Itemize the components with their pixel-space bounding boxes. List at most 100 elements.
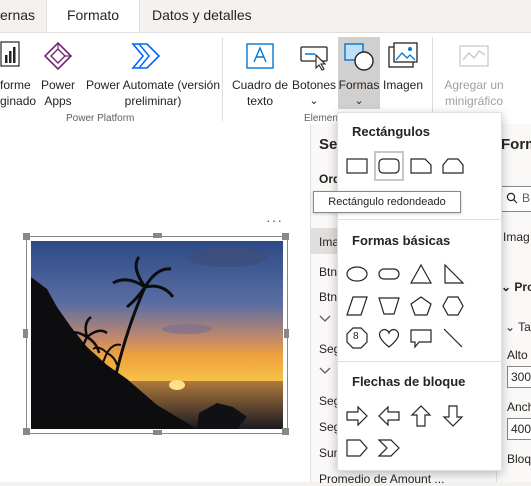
tab-external-tools[interactable]: ernas	[0, 0, 35, 32]
image-label: Imagen	[382, 78, 424, 92]
trapezoid-icon	[378, 297, 400, 315]
up-arrow-icon	[410, 405, 432, 427]
height-label: Alto	[507, 348, 528, 362]
power-apps-button[interactable]: Power Apps	[39, 37, 77, 109]
rectangles-header: Rectángulos	[352, 124, 431, 139]
rectangle-icon	[346, 158, 368, 174]
right-arrow-icon	[346, 405, 368, 427]
pentagon-shape[interactable]	[407, 293, 435, 319]
width-input[interactable]: 400	[507, 418, 531, 440]
shapes-button[interactable]: Formas ⌄	[338, 37, 380, 109]
tab-bar: ernas Formato Datos y detalles	[0, 0, 531, 33]
snipped-rectangle-shape[interactable]	[407, 153, 435, 179]
resize-handle[interactable]	[23, 329, 28, 338]
more-options-icon[interactable]: ···	[266, 212, 283, 228]
parallelogram-icon	[346, 296, 368, 316]
resize-handle[interactable]	[282, 233, 289, 240]
basic-shapes-header: Formas básicas	[352, 233, 451, 248]
right-triangle-shape[interactable]	[439, 261, 467, 287]
resize-handle[interactable]	[282, 428, 289, 435]
layer-item-button[interactable]: Btn	[319, 290, 337, 304]
sparkline-icon	[459, 45, 489, 67]
paginated-report-label-2: ginado	[0, 94, 37, 108]
search-input[interactable]: B	[501, 186, 531, 212]
hexagon-shape[interactable]	[439, 293, 467, 319]
two-snipped-rectangle-icon	[442, 158, 464, 174]
buttons-button[interactable]: Botones ⌄	[290, 37, 338, 109]
add-sparkline-button[interactable]: Agregar un minigráfico	[440, 37, 508, 109]
octagon-shape[interactable]: 8	[343, 325, 371, 351]
text-box-button[interactable]: Cuadro de texto	[230, 37, 290, 109]
heart-icon	[378, 328, 400, 348]
chevron-down-icon: ⌄	[354, 95, 364, 107]
chevron-down-icon: ⌄	[309, 95, 319, 107]
down-arrow-icon	[442, 405, 464, 427]
chevron-down-icon[interactable]	[319, 366, 331, 376]
triangle-shape[interactable]	[407, 261, 435, 287]
line-icon	[443, 328, 463, 348]
rectangle-shape[interactable]	[343, 153, 371, 179]
heart-shape[interactable]	[375, 325, 403, 351]
chevron-down-icon: ⌄	[501, 280, 515, 294]
pentagon-icon	[410, 296, 432, 316]
divider	[338, 361, 501, 362]
hexagon-icon	[442, 296, 464, 316]
image-icon	[388, 42, 418, 68]
report-canvas[interactable]: ···	[0, 124, 310, 482]
oval-shape[interactable]	[343, 261, 371, 287]
down-arrow-shape[interactable]	[439, 403, 467, 429]
resize-handle[interactable]	[284, 329, 289, 338]
left-arrow-shape[interactable]	[375, 403, 403, 429]
pill-shape[interactable]	[375, 261, 403, 287]
group-label-elements: Elemen	[304, 113, 338, 124]
resize-handle[interactable]	[23, 428, 30, 435]
chevron-down-icon[interactable]	[319, 314, 331, 324]
line-shape[interactable]	[439, 325, 467, 351]
resize-handle[interactable]	[153, 233, 162, 238]
buttons-label: Botones	[291, 78, 337, 92]
paginated-report-button[interactable]: forme ginado	[0, 37, 36, 109]
paginated-report-icon	[0, 41, 20, 67]
layer-item-average[interactable]: Promedio de Amount ...	[319, 472, 444, 486]
right-arrow-shape[interactable]	[343, 403, 371, 429]
trapezoid-shape[interactable]	[375, 293, 403, 319]
power-automate-button[interactable]: Power Automate (versión preliminar)	[78, 37, 228, 109]
shapes-label: Formas	[338, 78, 380, 92]
snipped-rectangle-icon	[410, 158, 432, 174]
up-arrow-shape[interactable]	[407, 403, 435, 429]
block-arrows-header: Flechas de bloque	[352, 374, 466, 389]
left-arrow-icon	[378, 405, 400, 427]
layer-item-button[interactable]: Btn	[319, 265, 337, 279]
text-box-label-2: texto	[246, 94, 273, 108]
shape-tooltip: Rectángulo redondeado	[313, 191, 461, 213]
rounded-rectangle-shape[interactable]	[374, 151, 404, 181]
power-automate-label-2: preliminar)	[124, 94, 182, 108]
two-snipped-rectangle-shape[interactable]	[439, 153, 467, 179]
lock-aspect-label: Bloq	[507, 452, 531, 466]
oval-icon	[346, 266, 368, 282]
ribbon-separator	[222, 37, 223, 121]
size-section[interactable]: ⌄ Ta	[505, 320, 531, 334]
search-placeholder: B	[522, 191, 531, 205]
pentagon-arrow-shape[interactable]	[343, 435, 371, 461]
speech-bubble-shape[interactable]	[407, 325, 435, 351]
parallelogram-shape[interactable]	[343, 293, 371, 319]
search-icon	[506, 192, 518, 204]
text-box-label-1: Cuadro de	[231, 78, 289, 92]
shapes-icon	[344, 43, 374, 71]
tab-format[interactable]: Formato	[46, 0, 140, 33]
octagon-number: 8	[353, 331, 359, 342]
resize-handle[interactable]	[23, 233, 30, 240]
triangle-icon	[409, 263, 433, 284]
power-automate-label-1: Power Automate (versión	[85, 78, 221, 92]
image-button[interactable]: Imagen	[380, 37, 426, 109]
paginated-report-label-1: forme	[0, 78, 31, 92]
chevron-arrow-shape[interactable]	[375, 435, 403, 461]
height-input[interactable]: 300	[507, 366, 531, 388]
tab-data-details[interactable]: Datos y detalles	[152, 0, 252, 32]
power-automate-icon	[131, 43, 161, 69]
size-label: Ta	[518, 320, 531, 334]
image-visual[interactable]	[23, 233, 289, 435]
properties-section[interactable]: ⌄ Pro	[501, 280, 531, 294]
resize-handle[interactable]	[153, 430, 162, 435]
